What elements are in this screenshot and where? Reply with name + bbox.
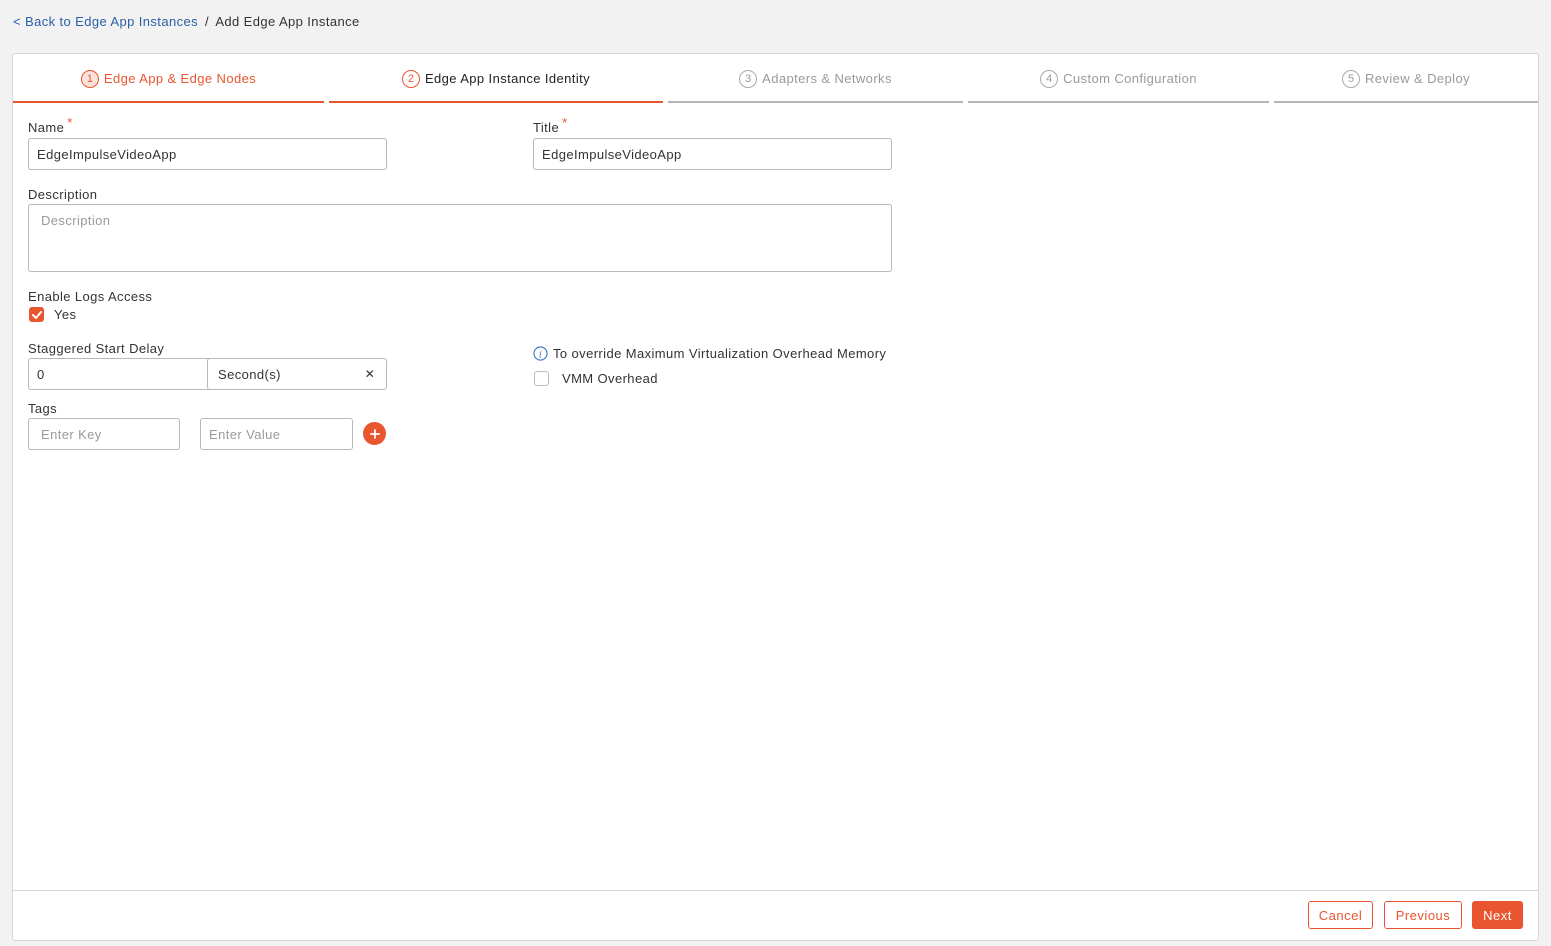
breadcrumb-separator: / <box>205 14 210 29</box>
step-progress-bar <box>1274 101 1538 103</box>
step-adapters-networks[interactable]: 3 Adapters & Networks <box>668 54 963 103</box>
back-to-instances-link[interactable]: < Back to Edge App Instances <box>13 14 198 29</box>
vmm-overhead-checkbox[interactable] <box>534 371 549 386</box>
step-number: 4 <box>1040 69 1059 88</box>
cancel-button[interactable]: Cancel <box>1308 901 1373 929</box>
step-review-deploy[interactable]: 5 Review & Deploy <box>1274 54 1538 103</box>
staggered-start-input[interactable] <box>28 358 210 390</box>
vmm-info-row: i To override Maximum Virtualization Ove… <box>533 346 886 361</box>
step-label: Custom Configuration <box>1063 71 1197 86</box>
logs-access-label: Enable Logs Access <box>28 289 153 304</box>
step-label: Review & Deploy <box>1365 71 1470 86</box>
title-input[interactable] <box>533 138 892 170</box>
tag-key-input[interactable] <box>28 418 180 450</box>
required-mark: * <box>67 115 73 130</box>
vmm-info-text: To override Maximum Virtualization Overh… <box>553 346 887 361</box>
add-tag-button[interactable] <box>363 422 386 445</box>
step-progress-bar <box>329 101 663 103</box>
step-label: Edge App & Edge Nodes <box>103 71 257 86</box>
svg-text:i: i <box>539 349 542 360</box>
wizard-steps: 1 Edge App & Edge Nodes 2 Edge App Insta… <box>13 54 1538 103</box>
staggered-start-label: Staggered Start Delay <box>28 341 165 356</box>
clear-icon[interactable]: ✕ <box>363 367 377 381</box>
step-progress-bar <box>668 101 963 103</box>
name-label-text: Name <box>28 120 65 135</box>
time-unit-value: Second(s) <box>218 366 281 382</box>
step-label: Adapters & Networks <box>762 71 892 86</box>
step-progress-bar <box>968 101 1269 103</box>
title-label: Title * <box>533 115 568 135</box>
time-unit-select[interactable]: Second(s) ✕ <box>207 358 387 390</box>
logs-access-yes-label: Yes <box>54 307 77 322</box>
previous-button[interactable]: Previous <box>1384 901 1462 929</box>
logs-access-checkbox[interactable] <box>29 307 44 322</box>
step-number: 2 <box>401 69 420 88</box>
title-label-text: Title <box>533 120 560 135</box>
vmm-overhead-label: VMM Overhead <box>562 371 658 386</box>
name-input[interactable] <box>28 138 387 170</box>
wizard-card: 1 Edge App & Edge Nodes 2 Edge App Insta… <box>12 53 1539 941</box>
step-label: Edge App Instance Identity <box>424 71 591 86</box>
step-progress-bar <box>13 101 324 103</box>
description-textarea[interactable] <box>28 204 892 272</box>
next-button[interactable]: Next <box>1472 901 1523 929</box>
tags-label: Tags <box>28 401 58 416</box>
step-number: 3 <box>739 69 758 88</box>
step-edge-app-edge-nodes[interactable]: 1 Edge App & Edge Nodes <box>13 54 324 103</box>
required-mark: * <box>562 115 568 130</box>
step-edge-app-instance-identity[interactable]: 2 Edge App Instance Identity <box>329 54 663 103</box>
name-label: Name * <box>28 115 73 135</box>
info-icon: i <box>533 346 548 361</box>
breadcrumb-current: Add Edge App Instance <box>215 14 360 29</box>
step-number: 1 <box>80 69 99 88</box>
description-label: Description <box>28 187 98 202</box>
step-custom-configuration[interactable]: 4 Custom Configuration <box>968 54 1269 103</box>
tag-value-input[interactable] <box>200 418 353 450</box>
plus-icon <box>369 428 380 439</box>
check-icon <box>31 310 42 319</box>
footer-divider <box>13 890 1538 891</box>
step-number: 5 <box>1342 69 1360 88</box>
breadcrumb: < Back to Edge App Instances / Add Edge … <box>13 14 360 29</box>
